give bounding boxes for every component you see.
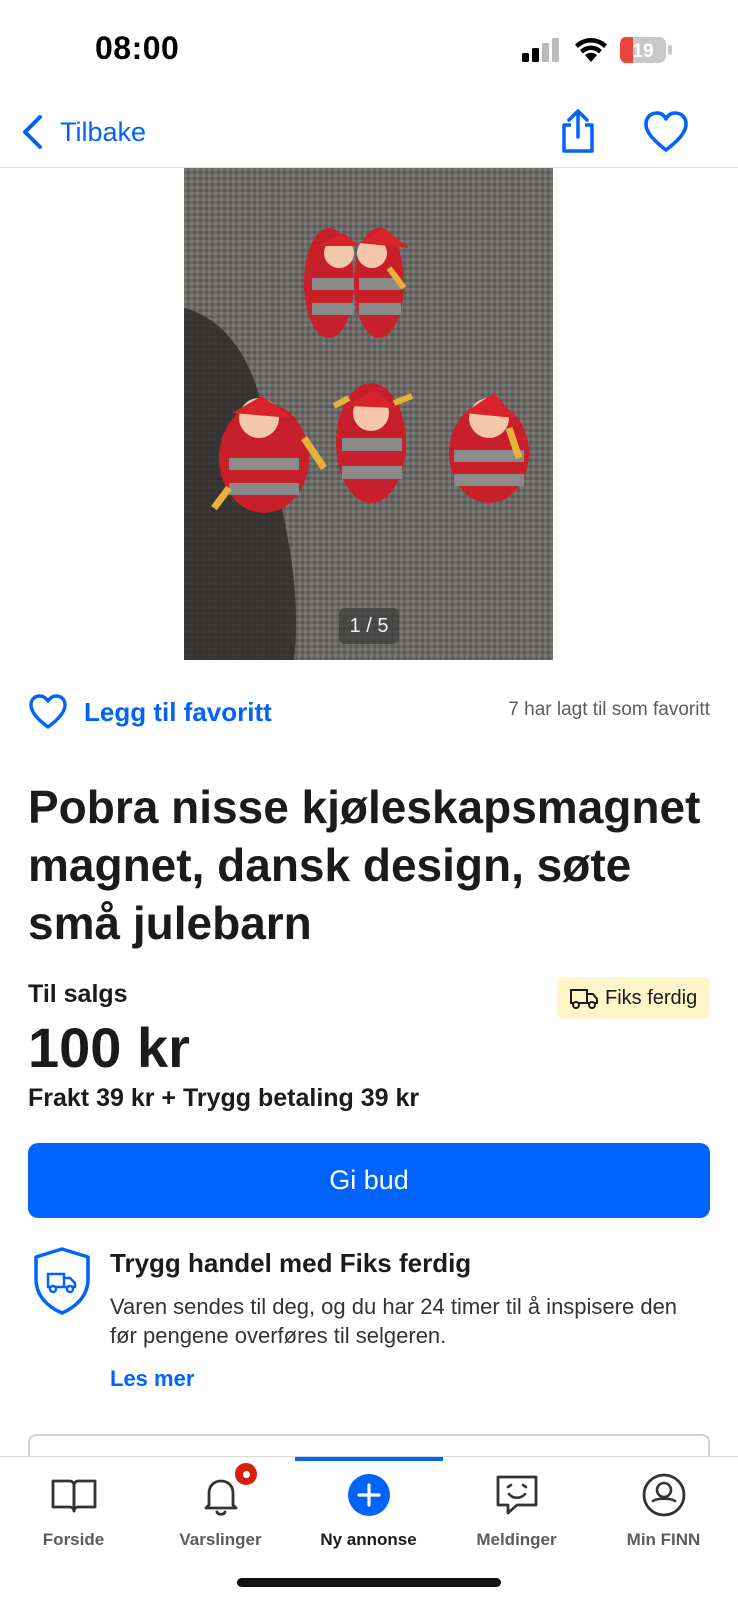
- read-more-link[interactable]: Les mer: [110, 1366, 194, 1392]
- wifi-icon: [575, 38, 607, 62]
- tab-min-finn[interactable]: Min FINN: [590, 1457, 737, 1557]
- shield-truck-icon: [34, 1247, 90, 1315]
- home-indicator[interactable]: [237, 1578, 501, 1587]
- battery-icon: 19: [620, 37, 672, 63]
- heart-icon[interactable]: [643, 110, 689, 154]
- product-photo: [184, 168, 553, 660]
- profile-icon: [642, 1473, 685, 1517]
- price: 100 kr: [28, 1016, 190, 1079]
- battery-level: 19: [632, 41, 653, 62]
- listing-image[interactable]: 1 / 5: [184, 168, 553, 660]
- back-button[interactable]: Tilbake: [20, 110, 146, 154]
- safe-trade-description: Varen sendes til deg, og du har 24 timer…: [110, 1294, 678, 1348]
- status-time: 08:00: [95, 30, 180, 66]
- tab-varslinger[interactable]: Varslinger: [147, 1457, 294, 1557]
- delivery-truck-icon: [570, 989, 598, 1009]
- safe-trade-title: Trygg handel med Fiks ferdig: [110, 1248, 472, 1278]
- tab-label: Forside: [42, 1530, 105, 1549]
- back-label: Tilbake: [60, 116, 147, 147]
- shipping-info: Frakt 39 kr + Trygg betaling 39 kr: [28, 1084, 420, 1112]
- listing-title: Pobra nisse kjøleskapsmagnet magnet, dan…: [28, 781, 701, 949]
- favorite-count: 7 har lagt til som favoritt: [508, 699, 710, 720]
- plus-circle-icon: [347, 1474, 390, 1516]
- image-counter: 1 / 5: [339, 608, 399, 644]
- tab-label: Meldinger: [476, 1530, 557, 1549]
- book-icon: [51, 1479, 96, 1513]
- tab-meldinger[interactable]: Meldinger: [443, 1457, 590, 1557]
- status-bar: 08:00 19: [0, 0, 738, 100]
- notification-badge: [233, 1461, 259, 1487]
- badge-label: Fiks ferdig: [605, 986, 698, 1009]
- heart-outline-icon: [29, 694, 67, 729]
- share-icon[interactable]: [558, 108, 598, 154]
- sale-type: Til salgs: [28, 980, 128, 1008]
- add-favorite-button[interactable]: Legg til favoritt: [28, 690, 272, 734]
- favorite-row: Legg til favoritt 7 har lagt til som fav…: [28, 690, 710, 734]
- tab-ny-annonse[interactable]: Ny annonse: [295, 1457, 442, 1557]
- tab-label: Varslinger: [179, 1530, 262, 1549]
- chevron-left-icon: [23, 115, 42, 149]
- fiks-ferdig-badge: Fiks ferdig: [557, 977, 710, 1019]
- tab-label: Ny annonse: [320, 1530, 417, 1549]
- chat-icon: [496, 1475, 537, 1515]
- tab-label: Min FINN: [626, 1530, 701, 1549]
- tab-forside[interactable]: Forside: [0, 1457, 147, 1557]
- add-favorite-label: Legg til favoritt: [84, 696, 272, 727]
- place-bid-button[interactable]: Gi bud: [28, 1143, 710, 1218]
- nav-bar: Tilbake: [0, 100, 738, 168]
- cellular-signal-icon: [522, 38, 559, 62]
